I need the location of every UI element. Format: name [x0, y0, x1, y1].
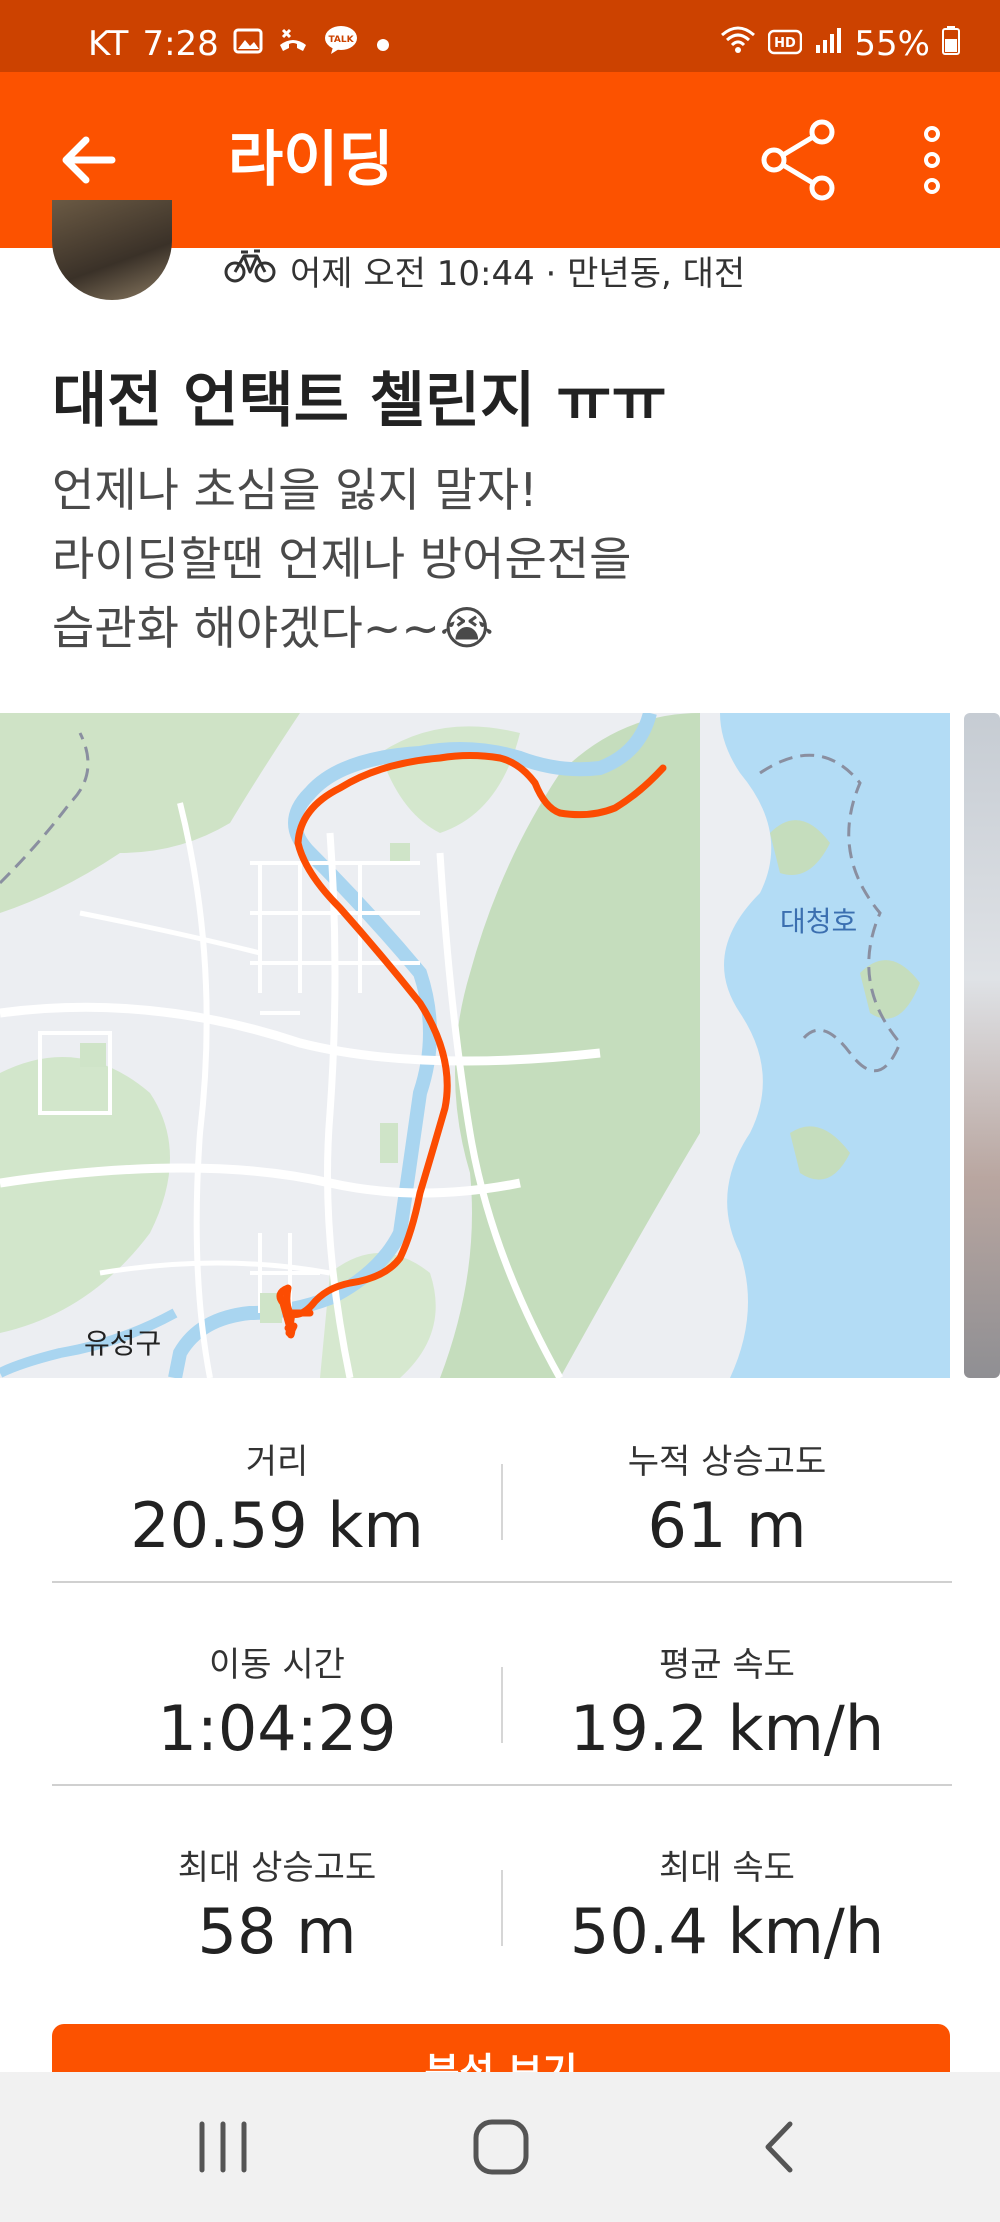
- stats-grid: 거리 20.59 km 누적 상승고도 61 m 이동 시간 1:04:29 평…: [52, 1380, 952, 1989]
- status-bar: KT 7:28 TALK HD 55%: [0, 0, 1000, 72]
- stats-row: 이동 시간 1:04:29 평균 속도 19.2 km/h: [52, 1583, 952, 1786]
- stat-value: 58 m: [197, 1895, 357, 1968]
- share-icon[interactable]: [758, 118, 842, 202]
- svg-text:TALK: TALK: [328, 35, 354, 45]
- hd-icon: HD: [768, 24, 803, 64]
- activity-meta-text: 어제 오전 10:44 · 만년동, 대전: [290, 254, 746, 294]
- page-title: 라이딩: [228, 125, 394, 195]
- home-icon[interactable]: [466, 2112, 536, 2182]
- stat-value: 20.59 km: [130, 1489, 424, 1562]
- kakaotalk-icon: TALK: [323, 24, 359, 64]
- bicycle-icon: [224, 246, 276, 295]
- stat-label: 최대 속도: [659, 1848, 795, 1888]
- stats-row: 거리 20.59 km 누적 상승고도 61 m: [52, 1380, 952, 1583]
- map-label-daecheongho: 대청호: [780, 905, 857, 938]
- dot-icon: [373, 24, 393, 64]
- back-arrow-icon[interactable]: [52, 122, 128, 198]
- stat-value: 50.4 km/h: [569, 1895, 885, 1968]
- stat-value: 61 m: [647, 1489, 807, 1562]
- stats-row: 최대 상승고도 58 m 최대 속도 50.4 km/h: [52, 1786, 952, 1989]
- map-label-yuseonggu: 유성구: [84, 1327, 161, 1360]
- stat-value: 19.2 km/h: [569, 1692, 885, 1765]
- stat-label: 거리: [245, 1442, 309, 1482]
- status-left: KT 7:28 TALK: [88, 24, 393, 64]
- athlete-avatar[interactable]: [52, 200, 172, 300]
- stat-elevation-gain: 누적 상승고도 61 m: [502, 1380, 952, 1562]
- battery-percent: 55%: [854, 24, 930, 64]
- stat-label: 이동 시간: [209, 1645, 345, 1685]
- route-map[interactable]: 대청호 유성구: [0, 713, 950, 1378]
- system-nav-bar: [0, 2072, 1000, 2222]
- activity-meta: 어제 오전 10:44 · 만년동, 대전: [224, 246, 745, 295]
- battery-icon: [942, 24, 960, 64]
- activity-description: 언제나 초심을 잃지 말자! 라이딩할땐 언제나 방어운전을 습관화 해야겠다~…: [52, 463, 632, 655]
- status-right: HD 55%: [720, 24, 960, 64]
- activity-title: 대전 언택트 첼린지 ㅠㅠ: [52, 366, 667, 436]
- signal-icon: [814, 24, 842, 64]
- stat-max-speed: 최대 속도 50.4 km/h: [502, 1786, 952, 1968]
- stat-max-elevation: 최대 상승고도 58 m: [52, 1786, 502, 1968]
- missed-call-icon: [277, 24, 309, 64]
- clock: 7:28: [142, 24, 219, 64]
- stat-label: 최대 상승고도: [177, 1848, 377, 1888]
- carrier-label: KT: [88, 24, 129, 64]
- stat-value: 1:04:29: [157, 1692, 397, 1765]
- back-icon[interactable]: [746, 2112, 816, 2182]
- stat-distance: 거리 20.59 km: [52, 1380, 502, 1562]
- more-vertical-icon[interactable]: [912, 118, 952, 202]
- photo-thumbnail[interactable]: [964, 713, 1000, 1378]
- stat-avg-speed: 평균 속도 19.2 km/h: [502, 1583, 952, 1765]
- svg-text:HD: HD: [775, 36, 797, 51]
- stat-label: 누적 상승고도: [627, 1442, 827, 1482]
- wifi-icon: [720, 24, 756, 64]
- gallery-icon: [233, 24, 263, 64]
- stat-label: 평균 속도: [659, 1645, 795, 1685]
- stat-moving-time: 이동 시간 1:04:29: [52, 1583, 502, 1765]
- recent-apps-icon[interactable]: [188, 2112, 258, 2182]
